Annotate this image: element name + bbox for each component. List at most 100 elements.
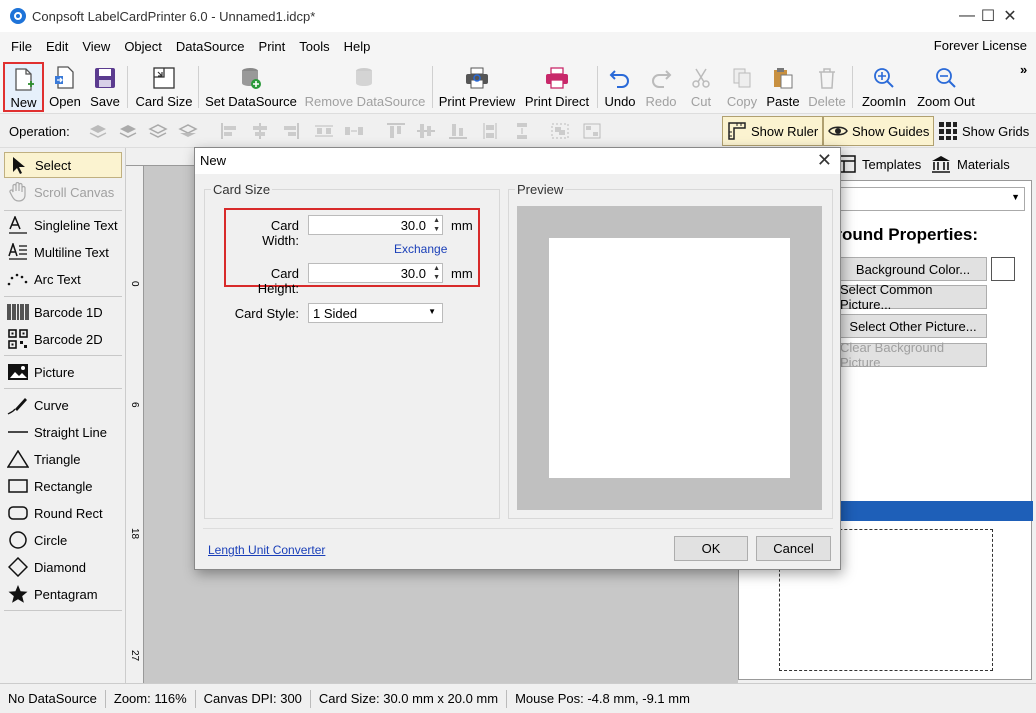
show-ruler-label: Show Ruler	[751, 123, 819, 139]
print-preview-button[interactable]: Print Preview	[437, 62, 517, 112]
distribute-horizontal-icon[interactable]	[314, 122, 334, 140]
card-height-input[interactable]: 30.0 ▲ ▼	[308, 263, 443, 283]
group-icon[interactable]	[550, 122, 570, 140]
open-button[interactable]: Open	[46, 62, 84, 112]
background-color-swatch[interactable]	[991, 257, 1015, 281]
new-label: New	[10, 95, 37, 110]
tool-multiline-text[interactable]: Multiline Text	[4, 239, 122, 265]
paste-button[interactable]: Paste	[764, 62, 802, 112]
card-style-select[interactable]: 1 Sided ▼	[308, 303, 443, 323]
maximize-button[interactable]: ☐	[943, 0, 995, 32]
show-ruler-toggle[interactable]: Show Ruler	[722, 116, 824, 146]
tool-select[interactable]: Select	[4, 152, 122, 178]
card-size-button[interactable]: Card Size	[133, 62, 195, 112]
ungroup-icon[interactable]	[582, 122, 602, 140]
tool-straight-line-label: Straight Line	[34, 424, 107, 440]
delete-button[interactable]: Delete	[806, 62, 848, 112]
tool-arc-text[interactable]: Arc Text	[4, 266, 122, 292]
align-center-icon[interactable]	[250, 122, 270, 140]
tool-circle[interactable]: Circle	[4, 527, 122, 553]
tool-panel: Select Scroll Canvas Singleline Text Mul…	[0, 148, 126, 683]
zoom-out-button[interactable]: Zoom Out	[913, 62, 979, 112]
qr-code-icon	[7, 329, 29, 349]
zoom-in-icon	[871, 65, 897, 91]
send-to-back-icon[interactable]	[178, 122, 198, 140]
cut-button[interactable]: Cut	[684, 62, 718, 112]
card-width-input[interactable]: 30.0 ▲ ▼	[308, 215, 443, 235]
card-width-label: Card Width:	[262, 218, 299, 248]
menu-print[interactable]: Print	[252, 39, 293, 54]
chevron-down-icon: ▼	[428, 307, 436, 316]
tool-diamond[interactable]: Diamond	[4, 554, 122, 580]
copy-button[interactable]: Copy	[723, 62, 761, 112]
circle-icon	[7, 530, 29, 550]
length-unit-converter-link[interactable]: Length Unit Converter	[208, 543, 325, 557]
tool-rectangle-label: Rectangle	[34, 478, 93, 494]
menu-datasource[interactable]: DataSource	[169, 39, 252, 54]
tool-barcode-2d[interactable]: Barcode 2D	[4, 326, 122, 352]
align-right-icon[interactable]	[280, 122, 300, 140]
eye-icon	[828, 126, 848, 136]
set-datasource-button[interactable]: Set DataSource	[204, 62, 298, 112]
distribute-vertical-icon[interactable]	[480, 122, 500, 140]
copy-label: Copy	[726, 94, 758, 109]
cancel-button[interactable]: Cancel	[756, 536, 831, 561]
tool-pentagram[interactable]: Pentagram	[4, 581, 122, 607]
clear-background-picture-button[interactable]: Clear Background Picture	[839, 340, 987, 370]
menu-file[interactable]: File	[4, 39, 39, 54]
toolbar-overflow-button[interactable]: »	[1020, 62, 1027, 77]
toolbar-separator	[127, 66, 128, 108]
card-width-value: 30.0	[400, 218, 426, 233]
spin-arrows-icon[interactable]: ▲ ▼	[433, 264, 440, 282]
show-guides-toggle[interactable]: Show Guides	[823, 116, 935, 146]
align-left-icon[interactable]	[220, 122, 240, 140]
align-bottom-icon[interactable]	[448, 122, 468, 140]
tool-curve[interactable]: Curve	[4, 392, 122, 418]
scissors-icon	[688, 65, 714, 91]
zoom-in-button[interactable]: ZoomIn	[858, 62, 910, 112]
distribute-spacing-icon[interactable]	[344, 122, 364, 140]
status-bar: No DataSource Zoom: 116% Canvas DPI: 300…	[0, 683, 1036, 713]
tool-singleline-text[interactable]: Singleline Text	[4, 212, 122, 238]
background-color-button[interactable]: Background Color...	[839, 257, 987, 281]
tool-straight-line[interactable]: Straight Line	[4, 419, 122, 445]
tool-scroll-canvas[interactable]: Scroll Canvas	[4, 179, 122, 205]
align-middle-icon[interactable]	[416, 122, 436, 140]
spin-arrows-icon[interactable]: ▲ ▼	[433, 216, 440, 234]
object-selector-combo[interactable]: ▼	[839, 187, 1025, 211]
paste-label: Paste	[766, 94, 800, 109]
print-direct-button[interactable]: Print Direct	[521, 62, 593, 112]
send-backward-icon[interactable]	[148, 122, 168, 140]
align-top-icon[interactable]	[386, 122, 406, 140]
exchange-link[interactable]: Exchange	[394, 242, 447, 256]
menu-view[interactable]: View	[75, 39, 117, 54]
tool-barcode-1d[interactable]: Barcode 1D	[4, 299, 122, 325]
redo-button[interactable]: Redo	[643, 62, 679, 112]
tool-rectangle[interactable]: Rectangle	[4, 473, 122, 499]
menu-edit[interactable]: Edit	[39, 39, 75, 54]
menu-help[interactable]: Help	[337, 39, 378, 54]
select-other-picture-button[interactable]: Select Other Picture...	[839, 314, 987, 338]
menu-tools[interactable]: Tools	[292, 39, 336, 54]
bring-forward-icon[interactable]	[118, 122, 138, 140]
undo-button[interactable]: Undo	[601, 62, 639, 112]
tab-materials[interactable]: Materials	[931, 152, 1010, 176]
preview-group-label: Preview	[515, 182, 566, 197]
close-window-button[interactable]: ✕	[987, 0, 1033, 32]
tab-templates[interactable]: Templates	[838, 152, 921, 176]
status-dpi: Canvas DPI: 300	[196, 689, 311, 708]
select-common-picture-button[interactable]: Select Common Picture...	[839, 282, 987, 312]
card-style-value: 1 Sided	[313, 306, 358, 321]
menu-object[interactable]: Object	[117, 39, 169, 54]
bring-to-front-icon[interactable]	[88, 122, 108, 140]
dialog-close-button[interactable]: ✕	[817, 150, 832, 171]
save-button[interactable]: Save	[87, 62, 123, 112]
ok-button[interactable]: OK	[674, 536, 748, 561]
tool-picture[interactable]: Picture	[4, 359, 122, 385]
show-grids-toggle[interactable]: Show Grids	[934, 116, 1033, 146]
distribute-vertical-spacing-icon[interactable]	[512, 122, 532, 140]
remove-datasource-button[interactable]: Remove DataSource	[303, 62, 427, 112]
tool-round-rect[interactable]: Round Rect	[4, 500, 122, 526]
new-button[interactable]: New	[3, 62, 44, 112]
tool-triangle[interactable]: Triangle	[4, 446, 122, 472]
